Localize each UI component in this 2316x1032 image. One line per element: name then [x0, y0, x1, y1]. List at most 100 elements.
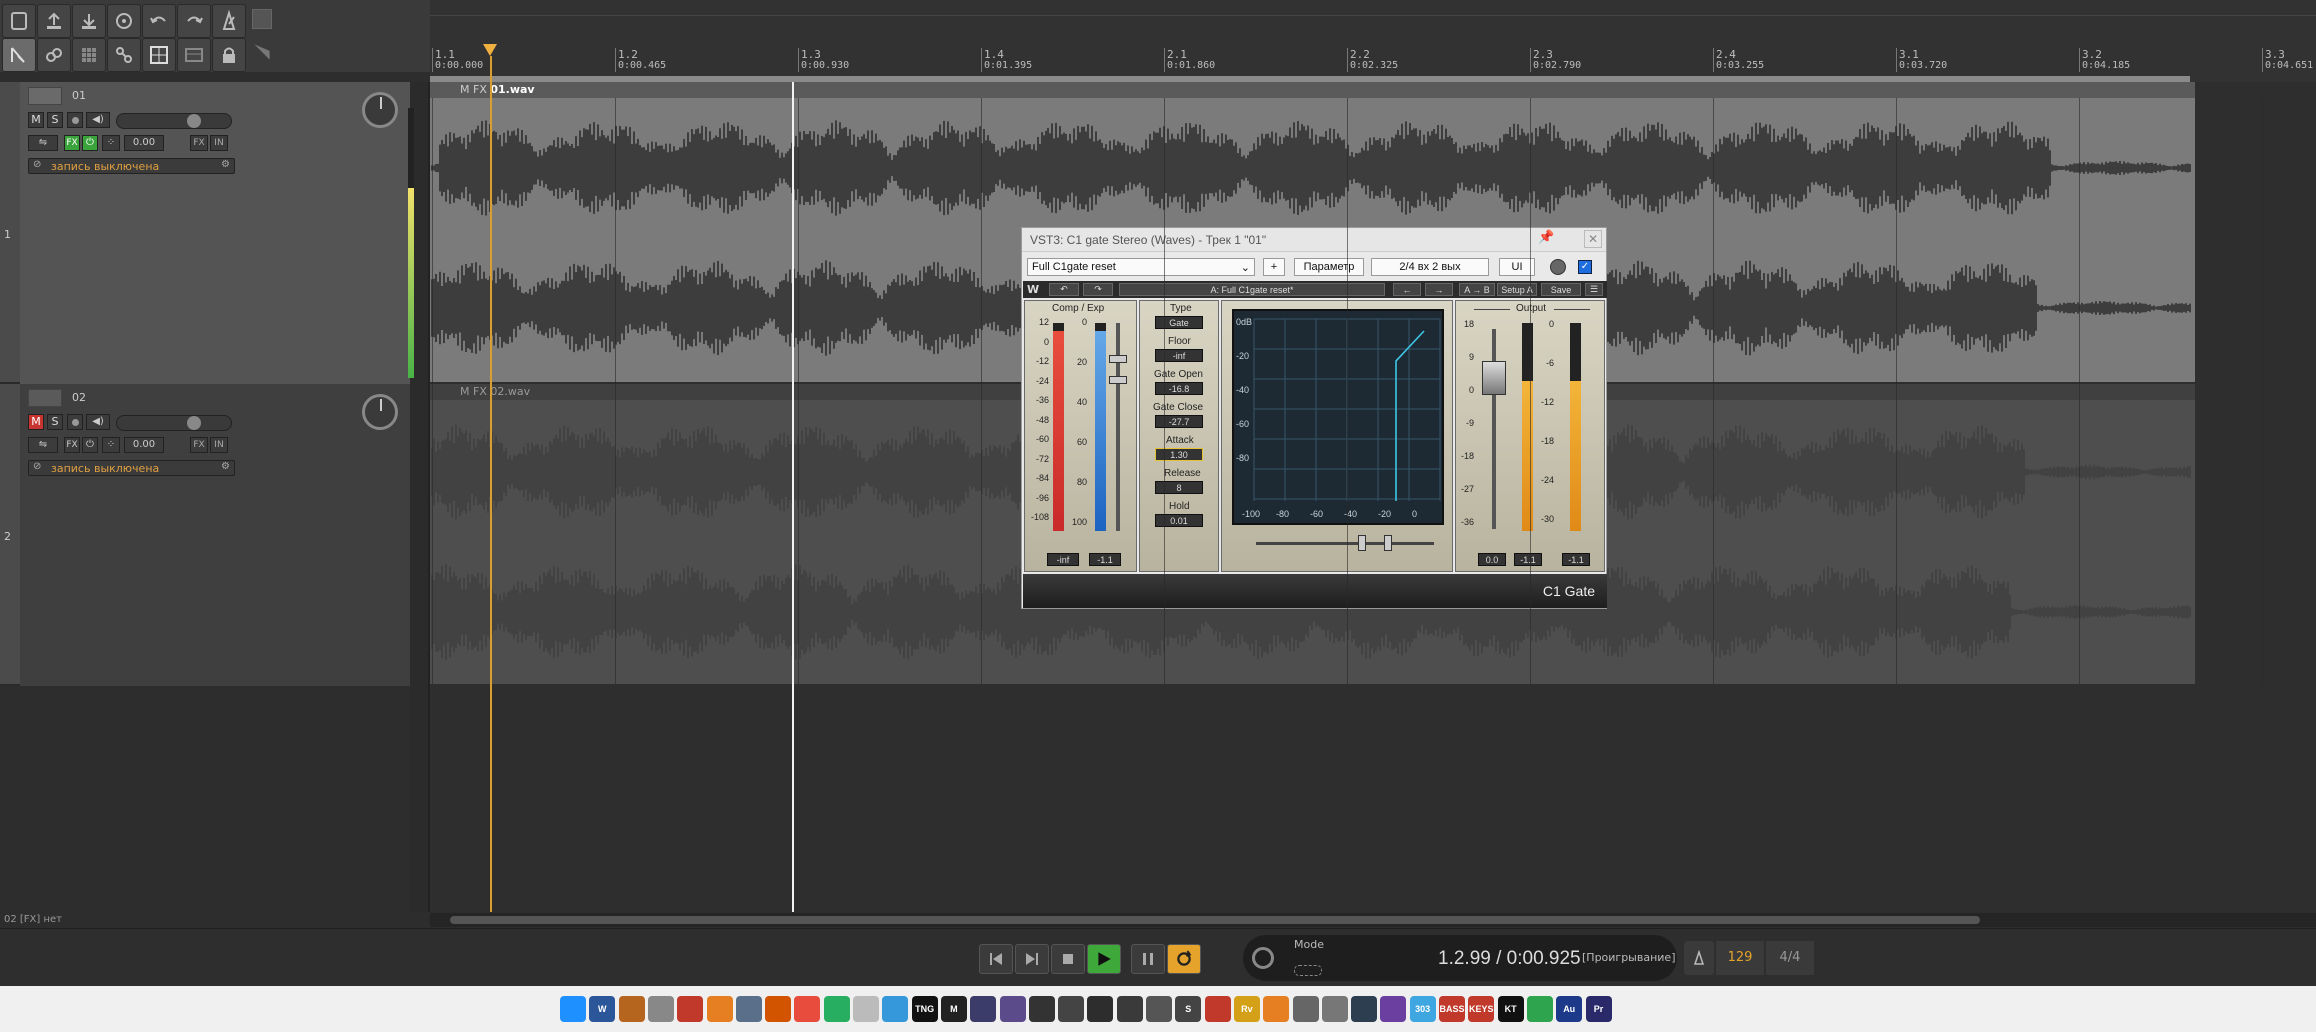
- pan-knob[interactable]: [362, 394, 398, 430]
- metronome-toggle-icon[interactable]: [1684, 941, 1714, 975]
- playhead-marker[interactable]: [483, 44, 497, 56]
- fx-button[interactable]: FX: [64, 135, 80, 151]
- track-name[interactable]: 01: [72, 89, 86, 102]
- play-button[interactable]: [1087, 944, 1121, 974]
- app-icon[interactable]: [1087, 996, 1114, 1022]
- app-icon[interactable]: [823, 996, 850, 1022]
- lock-icon[interactable]: [212, 38, 246, 72]
- blank-icon[interactable]: [252, 9, 272, 29]
- app-icon[interactable]: KT: [1497, 996, 1524, 1022]
- close-icon[interactable]: ✕: [1584, 230, 1602, 248]
- save-icon[interactable]: [107, 4, 141, 38]
- app-icon[interactable]: M: [940, 996, 967, 1022]
- bypass-knob-icon[interactable]: [1550, 259, 1566, 275]
- volume-slider[interactable]: [116, 415, 232, 431]
- solo-button[interactable]: S: [47, 112, 63, 128]
- attack-value[interactable]: 1.30: [1155, 448, 1203, 461]
- settings-icon[interactable]: ⚙: [221, 461, 230, 472]
- volume-value[interactable]: 0.00: [124, 437, 164, 453]
- app-icon[interactable]: Pr: [1585, 996, 1612, 1022]
- enable-checkbox[interactable]: ✓: [1578, 260, 1592, 274]
- setup-button[interactable]: Setup A: [1497, 283, 1537, 296]
- routing-icon[interactable]: ⁘: [102, 135, 120, 151]
- plugin-titlebar[interactable]: VST3: C1 gate Stereo (Waves) - Трек 1 "0…: [1022, 228, 1606, 252]
- cursor-tool-icon[interactable]: [2, 38, 36, 72]
- search-app-icon[interactable]: [706, 996, 733, 1022]
- app-icon[interactable]: S: [1175, 996, 1202, 1022]
- add-preset-button[interactable]: +: [1263, 258, 1285, 276]
- prev-preset-icon[interactable]: ←: [1393, 283, 1421, 296]
- io-button[interactable]: 2/4 вх 2 вых: [1371, 258, 1489, 276]
- app-icon[interactable]: [735, 996, 762, 1022]
- record-arm-button[interactable]: [67, 112, 83, 128]
- app-icon[interactable]: [1526, 996, 1553, 1022]
- plugin-window[interactable]: VST3: C1 gate Stereo (Waves) - Трек 1 "0…: [1021, 227, 1607, 609]
- type-value[interactable]: Gate: [1155, 316, 1203, 329]
- app-icon[interactable]: 303: [1409, 996, 1436, 1022]
- app-icon[interactable]: [999, 996, 1026, 1022]
- output-fader-track[interactable]: [1492, 329, 1496, 529]
- track-name[interactable]: 02: [72, 391, 86, 404]
- in-label[interactable]: IN: [210, 135, 228, 151]
- folder-icon[interactable]: [2, 4, 36, 38]
- app-icon[interactable]: [1028, 996, 1055, 1022]
- routing-icon[interactable]: ⁘: [102, 437, 120, 453]
- menu-icon[interactable]: ☰: [1585, 283, 1603, 296]
- app-icon[interactable]: [765, 996, 792, 1022]
- volume-slider[interactable]: [116, 113, 232, 129]
- app-icon[interactable]: KEYS: [1468, 996, 1495, 1022]
- upload-icon[interactable]: [37, 4, 71, 38]
- threshold-handle-open[interactable]: [1109, 355, 1127, 363]
- app-icon[interactable]: [1292, 996, 1319, 1022]
- fx-label[interactable]: FX: [190, 437, 208, 453]
- loop-button[interactable]: [1167, 944, 1201, 974]
- snap-grid-icon[interactable]: [142, 38, 176, 72]
- table-icon[interactable]: [177, 38, 211, 72]
- record-arm-button[interactable]: [67, 414, 83, 430]
- go-end-icon[interactable]: [1015, 944, 1049, 974]
- undo-icon[interactable]: ↶: [1049, 283, 1079, 296]
- position-display[interactable]: 1.2.99 / 0:00.925: [1438, 948, 1581, 970]
- pause-icon[interactable]: [1131, 944, 1165, 974]
- volume-value[interactable]: 0.00: [124, 135, 164, 151]
- app-icon[interactable]: [1116, 996, 1143, 1022]
- windows-start-icon[interactable]: [560, 996, 586, 1022]
- param-button[interactable]: Параметр: [1294, 258, 1364, 276]
- eq-icon[interactable]: ⇋: [28, 437, 58, 453]
- word-icon[interactable]: W: [589, 996, 616, 1022]
- mic-icon[interactable]: [647, 996, 674, 1022]
- app-icon[interactable]: [1351, 996, 1378, 1022]
- app-icon[interactable]: [1146, 996, 1172, 1022]
- ab-button[interactable]: A → B: [1459, 283, 1495, 296]
- record-mode-icon[interactable]: [1252, 947, 1274, 969]
- app-icon[interactable]: [677, 996, 704, 1022]
- app-icon[interactable]: [1321, 996, 1348, 1022]
- app-icon[interactable]: Au: [1556, 996, 1583, 1022]
- metronome-icon[interactable]: [212, 4, 246, 38]
- tempo-display[interactable]: 129: [1716, 941, 1764, 975]
- power-icon[interactable]: ⏻: [82, 135, 98, 151]
- record-status[interactable]: ⊘ запись выключена ⚙: [28, 460, 235, 476]
- preset-dropdown[interactable]: Full C1gate reset ⌄: [1027, 258, 1255, 276]
- stop-icon[interactable]: [1051, 944, 1085, 974]
- link-icon[interactable]: [37, 38, 71, 72]
- next-preset-icon[interactable]: →: [1425, 283, 1453, 296]
- app-icon[interactable]: [853, 996, 879, 1022]
- app-icon[interactable]: [1380, 996, 1407, 1022]
- record-status[interactable]: ⊘ запись выключена ⚙: [28, 158, 235, 174]
- fx-label[interactable]: FX: [190, 135, 208, 151]
- clip-header-1[interactable]: M FX 01.wav: [430, 82, 2195, 98]
- pencil-icon[interactable]: [250, 40, 274, 64]
- gate-close-value[interactable]: -27.7: [1155, 415, 1203, 428]
- release-value[interactable]: 8: [1155, 481, 1203, 494]
- graph-slider-handle-1[interactable]: [1358, 535, 1366, 551]
- redo-icon[interactable]: [177, 4, 211, 38]
- pan-knob[interactable]: [362, 92, 398, 128]
- undo-icon[interactable]: [142, 4, 176, 38]
- monitor-speaker-icon[interactable]: ◀): [86, 414, 110, 430]
- graph-slider-handle-2[interactable]: [1384, 535, 1392, 551]
- fx-button[interactable]: FX: [64, 437, 80, 453]
- app-icon[interactable]: Rv: [1233, 996, 1260, 1022]
- output-fader-handle[interactable]: [1482, 361, 1506, 395]
- app-icon[interactable]: [1263, 996, 1290, 1022]
